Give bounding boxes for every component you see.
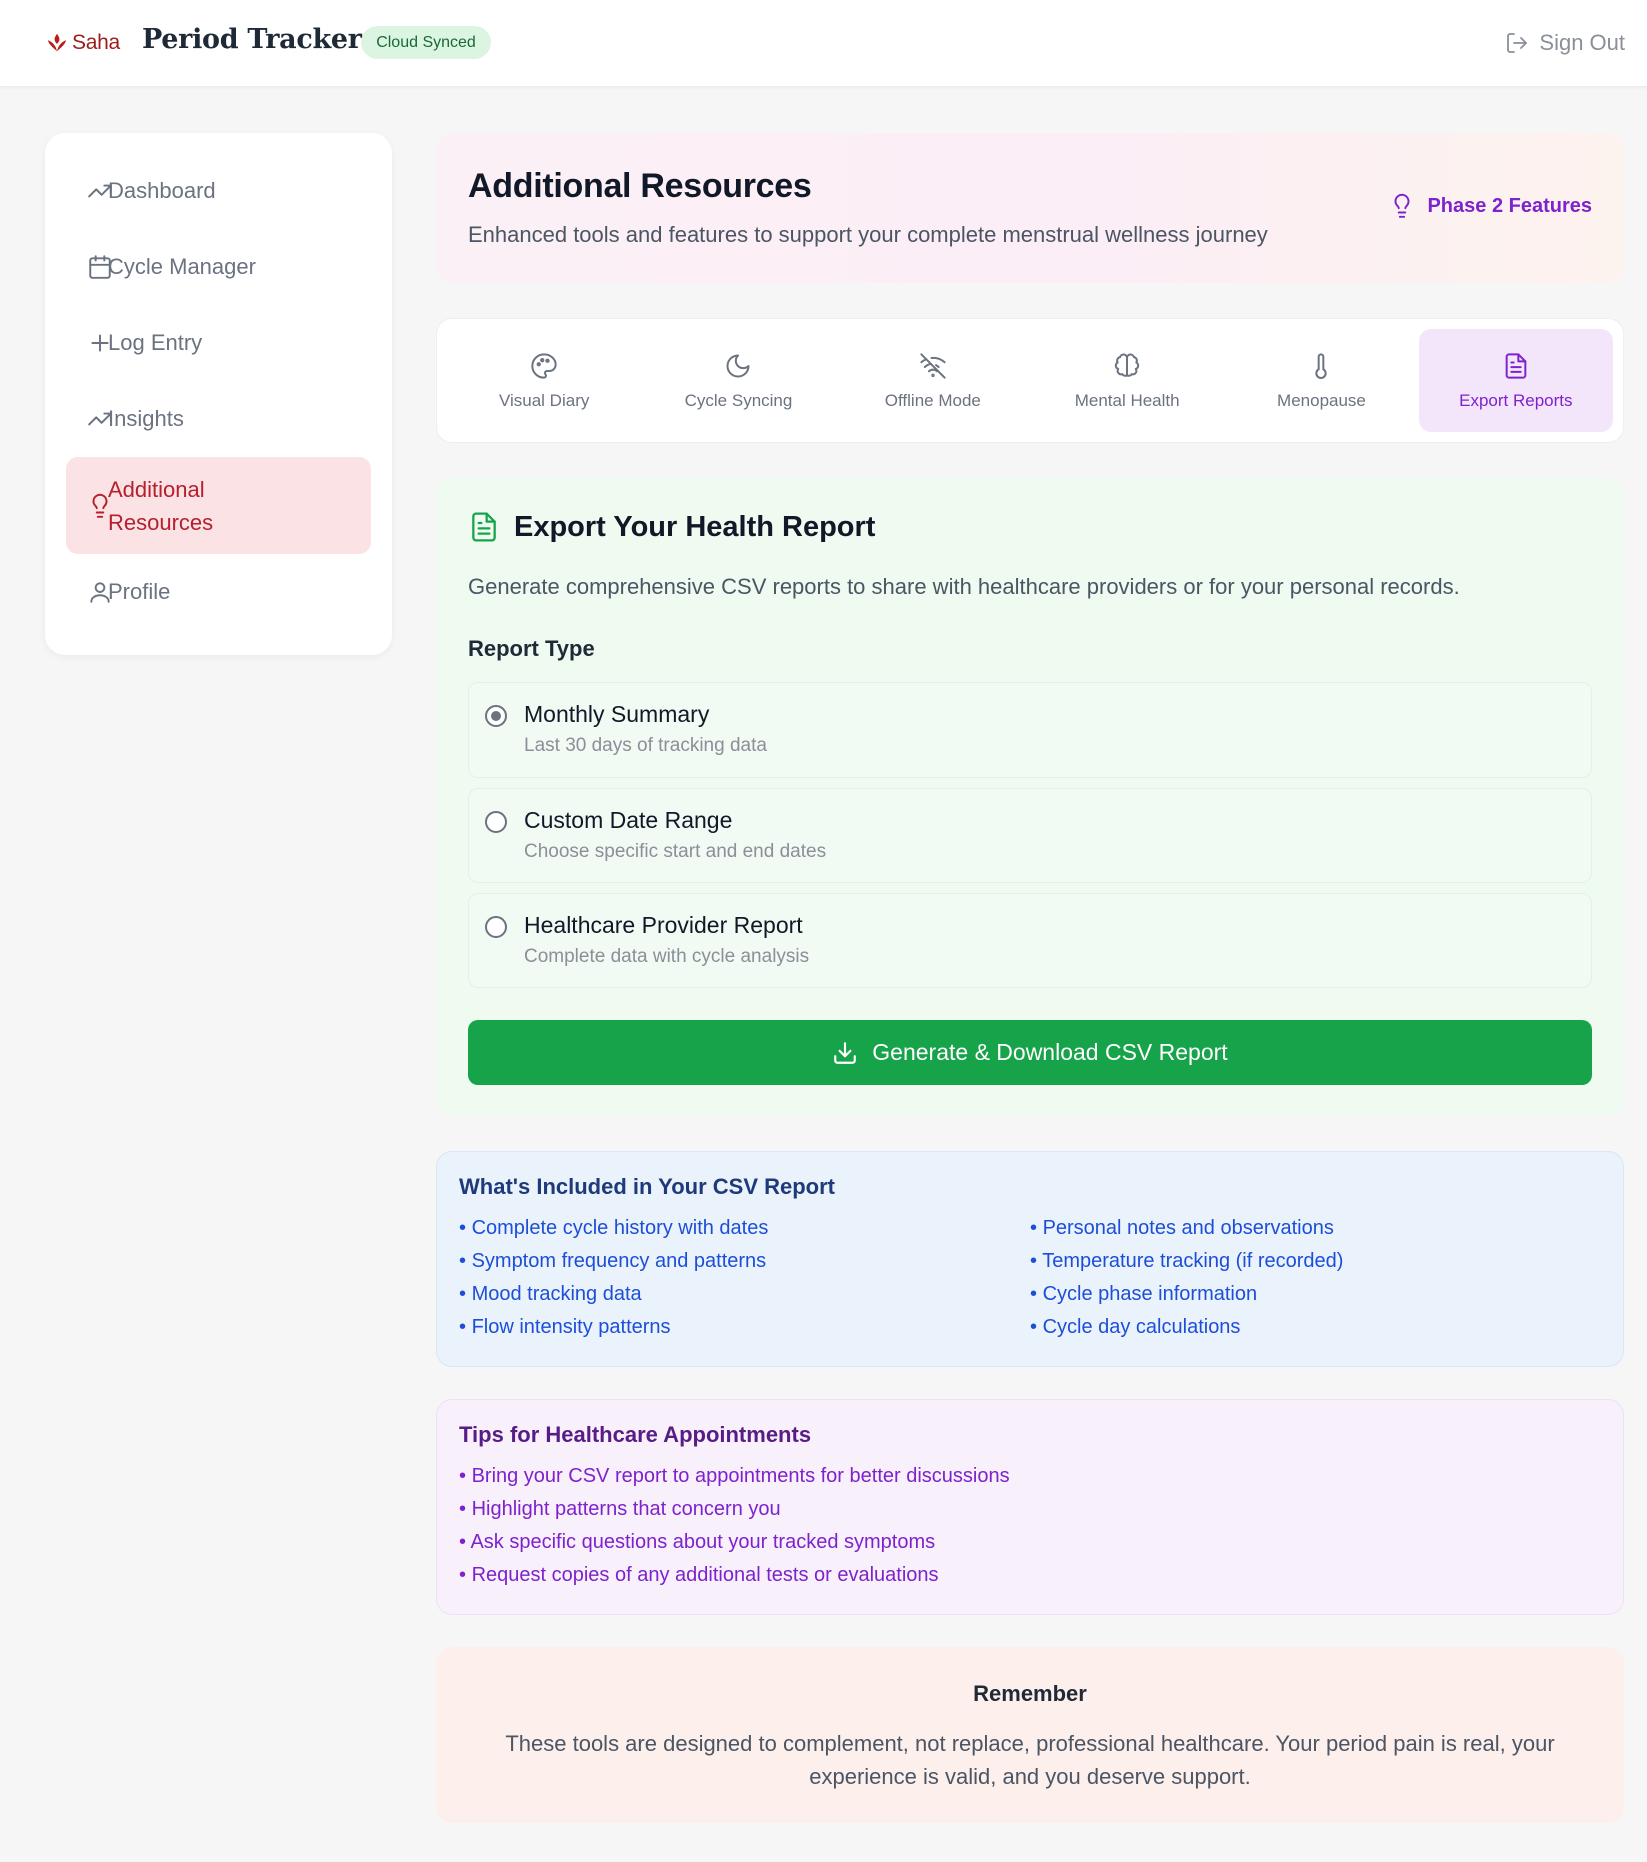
- brain-icon: [1113, 351, 1141, 381]
- file-text-icon: [472, 512, 496, 542]
- tab-label: Export Reports: [1459, 390, 1573, 410]
- user-icon: [87, 579, 113, 605]
- remember-card: Remember These tools are designed to com…: [436, 1647, 1624, 1823]
- palette-icon: [530, 351, 558, 381]
- export-title: Export Your Health Report: [514, 510, 876, 543]
- logo-text: Saha: [72, 31, 120, 54]
- wifi-off-icon: [919, 351, 947, 381]
- lightbulb-icon: [1394, 193, 1410, 218]
- radio-button[interactable]: [485, 811, 507, 833]
- tab-export-reports[interactable]: Export Reports: [1418, 329, 1613, 432]
- sidebar-item-label: Cycle Manager: [108, 254, 256, 279]
- sign-out-label: Sign Out: [1539, 30, 1625, 55]
- list-item: Temperature tracking (if recorded): [1030, 1245, 1601, 1278]
- calendar-icon: [87, 254, 113, 280]
- csv-contents-card: What's Included in Your CSV Report Compl…: [436, 1151, 1624, 1367]
- radio-button-checked[interactable]: [485, 705, 507, 727]
- remember-title: Remember: [973, 1681, 1087, 1706]
- csv-contents-right-list: Personal notes and observations Temperat…: [1030, 1212, 1601, 1344]
- list-item: Ask specific questions about your tracke…: [459, 1526, 1601, 1559]
- saha-logo[interactable]: Saha: [46, 26, 120, 60]
- page-hero: Additional Resources Enhanced tools and …: [436, 133, 1624, 283]
- remember-text: These tools are designed to complement, …: [505, 1731, 1555, 1789]
- tab-label: Mental Health: [1074, 390, 1180, 410]
- sidebar-item-label: Dashboard: [108, 178, 216, 203]
- option-subtitle: Last 30 days of tracking data: [524, 735, 767, 756]
- option-subtitle: Choose specific start and end dates: [524, 841, 827, 862]
- trending-up-icon: [87, 178, 113, 204]
- trending-up-icon: [87, 406, 113, 432]
- radio-button[interactable]: [485, 916, 507, 938]
- tab-cycle-syncing[interactable]: Cycle Syncing: [641, 329, 835, 432]
- app-title: Period Tracker: [142, 24, 362, 55]
- resource-tabs: Visual Diary Cycle Syncing Offline Mode …: [436, 318, 1624, 443]
- plus-icon: [87, 330, 113, 356]
- page-subtitle: Enhanced tools and features to support y…: [468, 222, 1268, 247]
- list-item: Highlight patterns that concern you: [459, 1493, 1601, 1526]
- sidebar-item-profile[interactable]: Profile: [66, 554, 371, 630]
- list-item: Flow intensity patterns: [459, 1311, 1030, 1344]
- thermometer-icon: [1307, 351, 1335, 381]
- log-out-icon: [1507, 33, 1528, 53]
- report-option-monthly-summary[interactable]: Monthly Summary Last 30 days of tracking…: [468, 682, 1592, 778]
- tab-mental-health[interactable]: Mental Health: [1030, 329, 1224, 432]
- tab-label: Menopause: [1277, 390, 1366, 410]
- report-option-custom-date-range[interactable]: Custom Date Range Choose specific start …: [468, 788, 1592, 883]
- report-option-healthcare-provider[interactable]: Healthcare Provider Report Complete data…: [468, 893, 1592, 988]
- list-item: Bring your CSV report to appointments fo…: [459, 1460, 1601, 1493]
- list-item: Cycle phase information: [1030, 1278, 1601, 1311]
- list-item: Symptom frequency and patterns: [459, 1245, 1030, 1278]
- list-item: Cycle day calculations: [1030, 1311, 1601, 1344]
- flower-logo-icon: [47, 33, 67, 52]
- generate-button-label: Generate & Download CSV Report: [872, 1039, 1228, 1065]
- tab-offline-mode[interactable]: Offline Mode: [836, 329, 1030, 432]
- file-text-icon: [1502, 351, 1530, 381]
- csv-contents-title: What's Included in Your CSV Report: [459, 1174, 835, 1199]
- sync-status-badge: Cloud Synced: [361, 26, 491, 59]
- sidebar-item-label: Log Entry: [108, 330, 203, 355]
- list-item: Mood tracking data: [459, 1278, 1030, 1311]
- lightbulb-icon: [87, 493, 113, 519]
- sidebar-item-label: Additional Resources: [108, 476, 214, 535]
- sidebar-item-dashboard[interactable]: Dashboard: [66, 153, 371, 229]
- csv-contents-left-list: Complete cycle history with dates Sympto…: [459, 1212, 1030, 1344]
- option-title: Custom Date Range: [524, 807, 733, 833]
- option-title: Healthcare Provider Report: [524, 912, 803, 938]
- sidebar-item-insights[interactable]: Insights: [66, 381, 371, 457]
- list-item: Personal notes and observations: [1030, 1212, 1601, 1245]
- tab-label: Visual Diary: [498, 390, 590, 410]
- export-description: Generate comprehensive CSV reports to sh…: [468, 574, 1460, 599]
- sidebar-item-additional-resources[interactable]: Additional Resources: [66, 457, 371, 554]
- healthcare-tips-card: Tips for Healthcare Appointments Bring y…: [436, 1399, 1624, 1615]
- export-header: Export Your Health Report: [468, 510, 1592, 544]
- moon-icon: [724, 351, 752, 381]
- generate-download-button[interactable]: Generate & Download CSV Report: [468, 1020, 1592, 1085]
- option-subtitle: Complete data with cycle analysis: [524, 946, 810, 967]
- list-item: Complete cycle history with dates: [459, 1212, 1030, 1245]
- top-bar: Saha Period Tracker Cloud Synced Sign Ou…: [0, 0, 1647, 87]
- list-item: Request copies of any additional tests o…: [459, 1559, 1601, 1592]
- tab-label: Cycle Syncing: [684, 390, 793, 410]
- sidebar-nav: Dashboard Cycle Manager Log Entry Insigh…: [45, 133, 392, 655]
- option-title: Monthly Summary: [524, 701, 710, 727]
- tab-label: Offline Mode: [884, 390, 981, 410]
- tab-menopause[interactable]: Menopause: [1224, 329, 1418, 432]
- tab-visual-diary[interactable]: Visual Diary: [447, 329, 641, 432]
- phase-features-label: Phase 2 Features: [1427, 194, 1592, 217]
- report-type-label: Report Type: [468, 636, 595, 661]
- sidebar-item-cycle-manager[interactable]: Cycle Manager: [66, 229, 371, 305]
- sidebar-item-label: Insights: [108, 406, 184, 431]
- phase-features-badge: Phase 2 Features: [1389, 191, 1592, 221]
- sidebar-item-log-entry[interactable]: Log Entry: [66, 305, 371, 381]
- sign-out-button[interactable]: Sign Out: [1505, 26, 1625, 60]
- download-icon: [834, 1041, 857, 1064]
- tips-title: Tips for Healthcare Appointments: [459, 1422, 812, 1447]
- sidebar-item-label: Profile: [108, 579, 171, 604]
- tips-list: Bring your CSV report to appointments fo…: [459, 1460, 1601, 1592]
- main-content: Additional Resources Enhanced tools and …: [436, 133, 1624, 1823]
- export-report-card: Export Your Health Report Generate compr…: [436, 478, 1624, 1116]
